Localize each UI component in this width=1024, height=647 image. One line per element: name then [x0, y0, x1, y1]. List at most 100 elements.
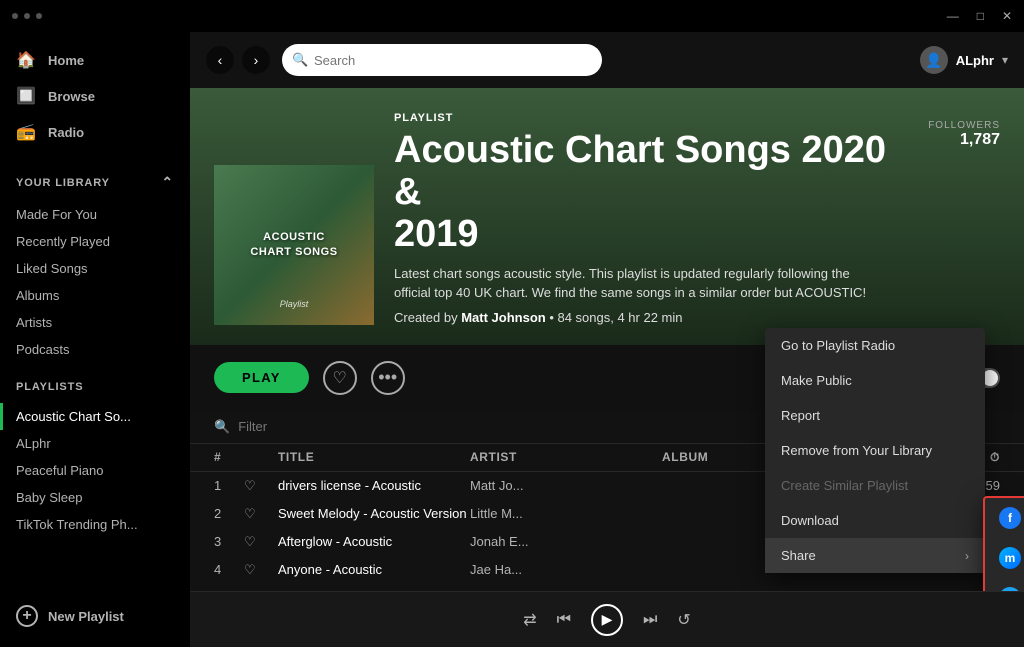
nav-back-button[interactable]: ‹	[206, 46, 234, 74]
more-options-button[interactable]: •••	[371, 361, 405, 395]
share-submenu: f Facebook m Messenger t Twitter ✈ Teleg…	[983, 496, 1024, 591]
filter-search: 🔍 Filter	[214, 419, 267, 435]
your-library-label: YOUR LIBRARY ⌃	[0, 160, 190, 197]
heart-button[interactable]: ♡	[323, 361, 357, 395]
top-bar: ‹ › 🔍 👤 ALphr ▾	[190, 32, 1024, 88]
search-bar: 🔍	[282, 44, 602, 76]
plus-icon: +	[16, 605, 38, 627]
lib-item-liked-songs[interactable]: Liked Songs	[0, 255, 190, 282]
search-input[interactable]	[282, 44, 602, 76]
menu-item-make-public[interactable]: Make Public	[765, 363, 985, 398]
playlist-header: ACOUSTIC CHART SONGS Playlist PLAYLIST A…	[190, 88, 1024, 345]
play-pause-button[interactable]: ▶	[591, 604, 623, 636]
playlist-description: Latest chart songs acoustic style. This …	[394, 265, 874, 301]
followers-count: 1,787	[928, 131, 1000, 149]
home-icon: 🏠	[16, 50, 36, 70]
dot-3	[36, 13, 42, 19]
heart-icon: ♡	[333, 368, 347, 388]
sidebar-item-home-label: Home	[48, 53, 84, 68]
twitter-icon: t	[999, 587, 1021, 591]
minimize-button[interactable]: —	[947, 9, 959, 23]
sidebar-item-radio-label: Radio	[48, 125, 84, 140]
content-area[interactable]: ACOUSTIC CHART SONGS Playlist PLAYLIST A…	[190, 88, 1024, 591]
share-facebook[interactable]: f Facebook	[985, 498, 1024, 538]
playlist-item-peaceful-piano[interactable]: Peaceful Piano	[0, 457, 190, 484]
bottom-player: ⇄ ⏮ ▶ ⏭ ↺	[190, 591, 1024, 647]
playlist-cover: ACOUSTIC CHART SONGS Playlist	[214, 165, 374, 325]
lib-item-artists[interactable]: Artists	[0, 309, 190, 336]
messenger-icon: m	[999, 547, 1021, 569]
library-collapse-arrow[interactable]: ⌃	[161, 174, 174, 191]
menu-item-report[interactable]: Report	[765, 398, 985, 433]
podcasts-label: Podcasts	[16, 342, 69, 357]
albums-label: Albums	[16, 288, 59, 303]
made-for-you-label: Made For You	[16, 207, 97, 222]
playlist-type-label: PLAYLIST	[394, 112, 908, 124]
playlist-item-acoustic[interactable]: Acoustic Chart So...	[0, 403, 190, 430]
playlist-item-alphr[interactable]: ALphr	[0, 430, 190, 457]
cover-text: ACOUSTIC CHART SONGS	[250, 230, 337, 259]
menu-item-share[interactable]: Share ›	[765, 538, 985, 573]
chevron-down-icon: ▾	[1002, 53, 1008, 67]
new-playlist-button[interactable]: + New Playlist	[0, 595, 190, 637]
playlists-list: Acoustic Chart So... ALphr Peaceful Pian…	[0, 399, 190, 595]
app-body: 🏠 Home 🔲 Browse 📻 Radio YOUR LIBRARY ⌃ M…	[0, 32, 1024, 647]
creator-name: Matt Johnson	[461, 310, 546, 325]
lib-item-recently-played[interactable]: Recently Played	[0, 228, 190, 255]
share-twitter[interactable]: t Twitter	[985, 578, 1024, 591]
col-title-header: TITLE	[278, 450, 470, 465]
context-menu: Go to Playlist Radio Make Public Report …	[765, 328, 985, 573]
sidebar: 🏠 Home 🔲 Browse 📻 Radio YOUR LIBRARY ⌃ M…	[0, 32, 190, 647]
recently-played-label: Recently Played	[16, 234, 110, 249]
playlist-title: Acoustic Chart Songs 2020 & 2019	[394, 130, 908, 255]
avatar: 👤	[920, 46, 948, 74]
playlist-info: PLAYLIST Acoustic Chart Songs 2020 & 201…	[394, 112, 908, 325]
table-row[interactable]: 5 ♡ Wonder - Acoustic Shawn Mendes Wonde…	[190, 584, 1024, 591]
sidebar-item-browse[interactable]: 🔲 Browse	[0, 78, 190, 114]
repeat-icon[interactable]: ↺	[677, 610, 690, 630]
nav-arrows: ‹ ›	[206, 46, 270, 74]
followers-label: FOLLOWERS	[928, 120, 1000, 131]
prev-icon[interactable]: ⏮	[557, 611, 571, 629]
more-icon: •••	[378, 367, 397, 388]
lib-item-made-for-you[interactable]: Made For You	[0, 201, 190, 228]
browse-icon: 🔲	[16, 86, 36, 106]
play-button[interactable]: PLAY	[214, 362, 309, 393]
share-submenu-chevron: ›	[965, 549, 969, 563]
dot-2	[24, 13, 30, 19]
sidebar-item-browse-label: Browse	[48, 89, 95, 104]
user-area[interactable]: 👤 ALphr ▾	[920, 46, 1008, 74]
col-artist-header: ARTIST	[470, 450, 662, 465]
menu-item-remove-library[interactable]: Remove from Your Library	[765, 433, 985, 468]
menu-item-playlist-radio[interactable]: Go to Playlist Radio	[765, 328, 985, 363]
playlists-label: PLAYLISTS	[0, 367, 190, 399]
new-playlist-label: New Playlist	[48, 609, 124, 624]
title-bar-controls: — □ ✕	[947, 9, 1012, 23]
col-num: #	[214, 450, 244, 465]
title-bar: — □ ✕	[0, 0, 1024, 32]
user-name-label: ALphr	[956, 53, 994, 68]
share-messenger[interactable]: m Messenger	[985, 538, 1024, 578]
artists-label: Artists	[16, 315, 52, 330]
next-icon[interactable]: ⏭	[643, 611, 657, 629]
lib-item-albums[interactable]: Albums	[0, 282, 190, 309]
nav-forward-button[interactable]: ›	[242, 46, 270, 74]
sidebar-item-home[interactable]: 🏠 Home	[0, 42, 190, 78]
sidebar-nav: 🏠 Home 🔲 Browse 📻 Radio	[0, 42, 190, 160]
playlist-item-baby-sleep[interactable]: Baby Sleep	[0, 484, 190, 511]
right-panel: ‹ › 🔍 👤 ALphr ▾ ACOUSTIC	[190, 32, 1024, 647]
filter-placeholder: Filter	[238, 419, 267, 434]
radio-icon: 📻	[16, 122, 36, 142]
close-button[interactable]: ✕	[1002, 9, 1012, 23]
menu-item-create-similar: Create Similar Playlist	[765, 468, 985, 503]
shuffle-icon[interactable]: ⇄	[523, 610, 536, 630]
maximize-button[interactable]: □	[977, 9, 984, 23]
facebook-icon: f	[999, 507, 1021, 529]
sidebar-item-radio[interactable]: 📻 Radio	[0, 114, 190, 150]
menu-item-download[interactable]: Download	[765, 503, 985, 538]
playlist-item-tiktok[interactable]: TikTok Trending Ph...	[0, 511, 190, 538]
lib-item-podcasts[interactable]: Podcasts	[0, 336, 190, 363]
cover-subtext: Playlist	[280, 299, 309, 309]
library-items: Made For You Recently Played Liked Songs…	[0, 197, 190, 367]
search-icon: 🔍	[292, 52, 308, 68]
